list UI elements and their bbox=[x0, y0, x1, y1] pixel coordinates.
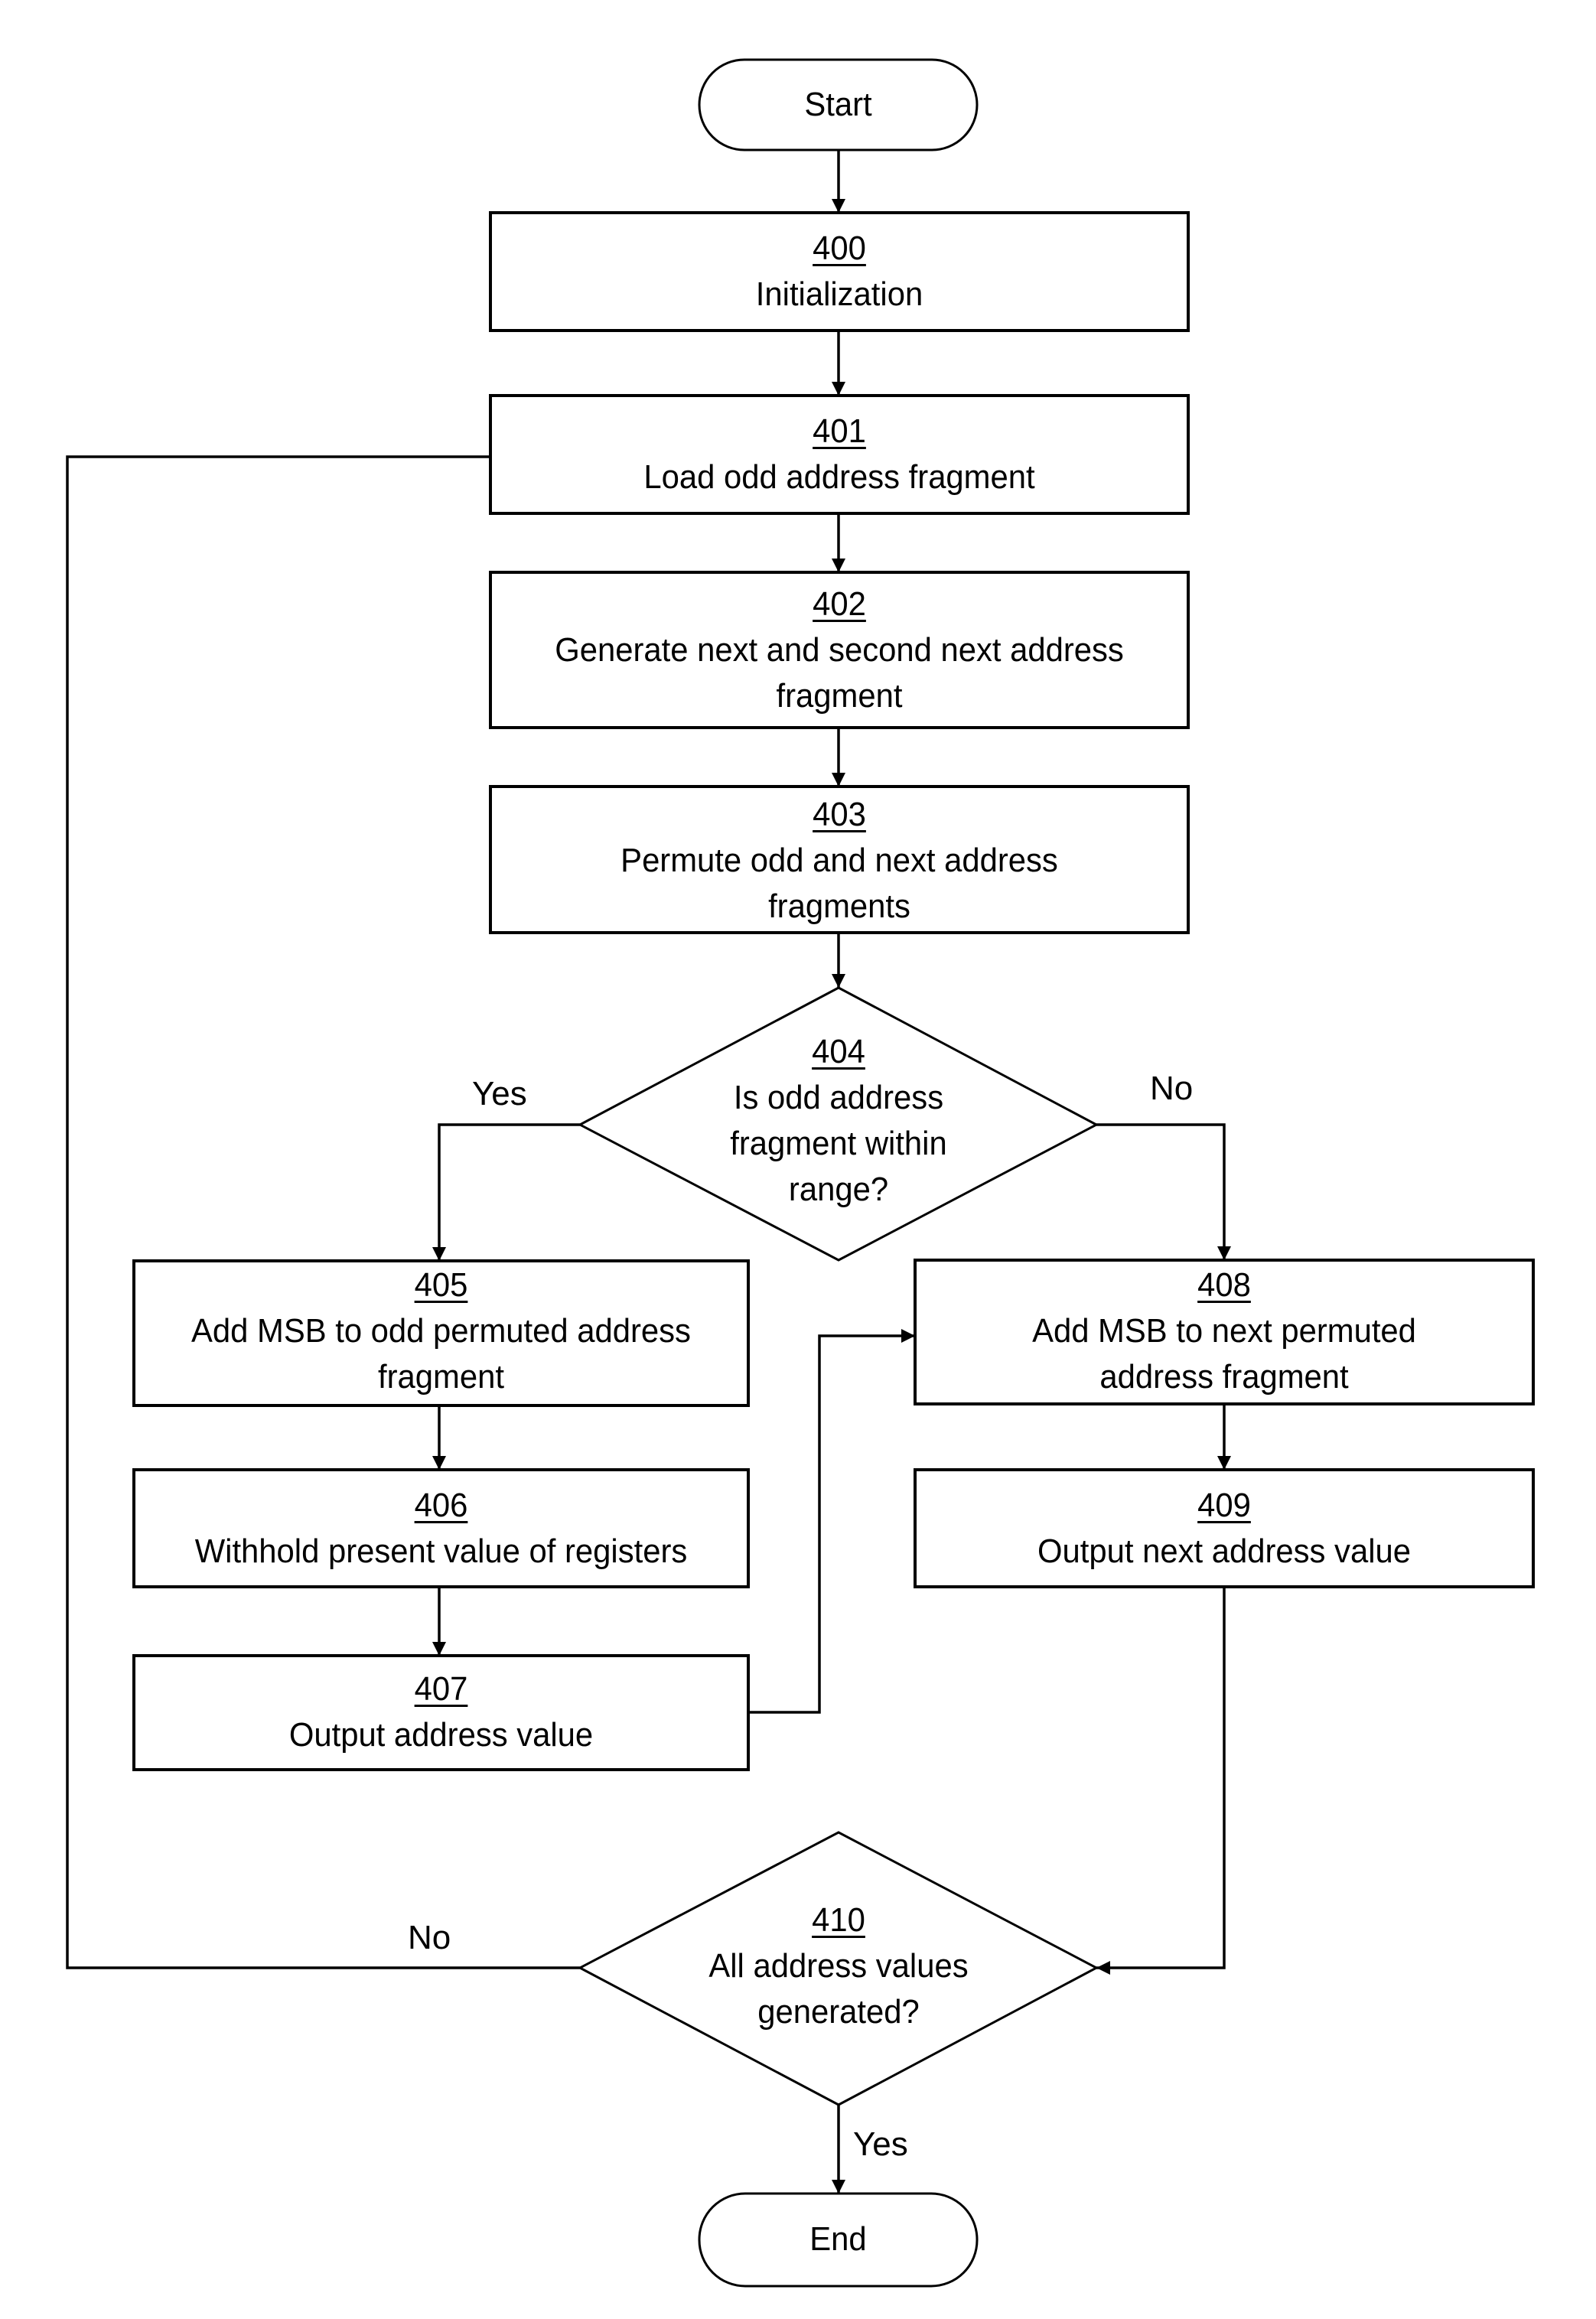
step-406-label: 406 Withhold present value of registers bbox=[149, 1483, 733, 1575]
step-408-number: 408 bbox=[1197, 1266, 1251, 1304]
step-402-text: Generate next and second next address fr… bbox=[555, 631, 1124, 715]
step-406-text: Withhold present value of registers bbox=[194, 1532, 688, 1570]
step-400-text: Initialization bbox=[755, 275, 923, 313]
step-402-label: 402 Generate next and second next addres… bbox=[515, 581, 1163, 719]
step-405-number: 405 bbox=[414, 1266, 468, 1304]
step-409-text: Output next address value bbox=[1037, 1532, 1411, 1570]
step-409-label: 409 Output next address value bbox=[930, 1483, 1518, 1575]
edge-404-no-408 bbox=[1096, 1123, 1231, 1260]
step-407-label: 407 Output address value bbox=[149, 1666, 733, 1758]
step-401-text: Load odd address fragment bbox=[643, 458, 1035, 496]
decision-410-text: All address values generated? bbox=[708, 1947, 969, 2031]
step-403-number: 403 bbox=[813, 796, 866, 833]
step-407-text: Output address value bbox=[288, 1716, 594, 1754]
step-409-number: 409 bbox=[1197, 1487, 1251, 1524]
step-400-number: 400 bbox=[813, 230, 866, 267]
step-407-number: 407 bbox=[414, 1670, 468, 1708]
edge-404-yes-405 bbox=[432, 1123, 580, 1261]
step-401-label: 401 Load odd address fragment bbox=[508, 409, 1171, 500]
step-405-label: 405 Add MSB to odd permuted address frag… bbox=[153, 1262, 729, 1400]
step-403-label: 403 Permute odd and next address fragmen… bbox=[581, 792, 1098, 930]
step-408-label: 408 Add MSB to next permuted address fra… bbox=[977, 1262, 1471, 1400]
edge-409-410 bbox=[1096, 1587, 1226, 1975]
edge-label-410-no: No bbox=[408, 1919, 451, 1956]
edge-label-404-no: No bbox=[1150, 1070, 1194, 1107]
decision-410-label: 410 All address values generated? bbox=[686, 1897, 992, 2035]
decision-410-number: 410 bbox=[812, 1901, 865, 1939]
edge-label-410-yes: Yes bbox=[853, 2125, 908, 2163]
step-406-number: 406 bbox=[414, 1487, 468, 1524]
step-401-number: 401 bbox=[813, 412, 866, 450]
end-label: End bbox=[809, 2220, 867, 2258]
step-403-text: Permute odd and next address fragments bbox=[620, 842, 1058, 925]
decision-404-label: 404 Is odd address fragment within range… bbox=[701, 1029, 977, 1213]
edge-407-408 bbox=[748, 1329, 915, 1714]
step-405-text: Add MSB to odd permuted address fragment bbox=[191, 1312, 691, 1396]
decision-404-number: 404 bbox=[812, 1033, 865, 1070]
step-400-label: 400 Initialization bbox=[508, 226, 1171, 318]
decision-404-text: Is odd address fragment within range? bbox=[730, 1079, 947, 1208]
step-408-text: Add MSB to next permuted address fragmen… bbox=[1032, 1312, 1416, 1396]
step-402-number: 402 bbox=[813, 585, 866, 623]
start-label: Start bbox=[804, 86, 872, 123]
edge-label-404-yes: Yes bbox=[472, 1075, 527, 1112]
